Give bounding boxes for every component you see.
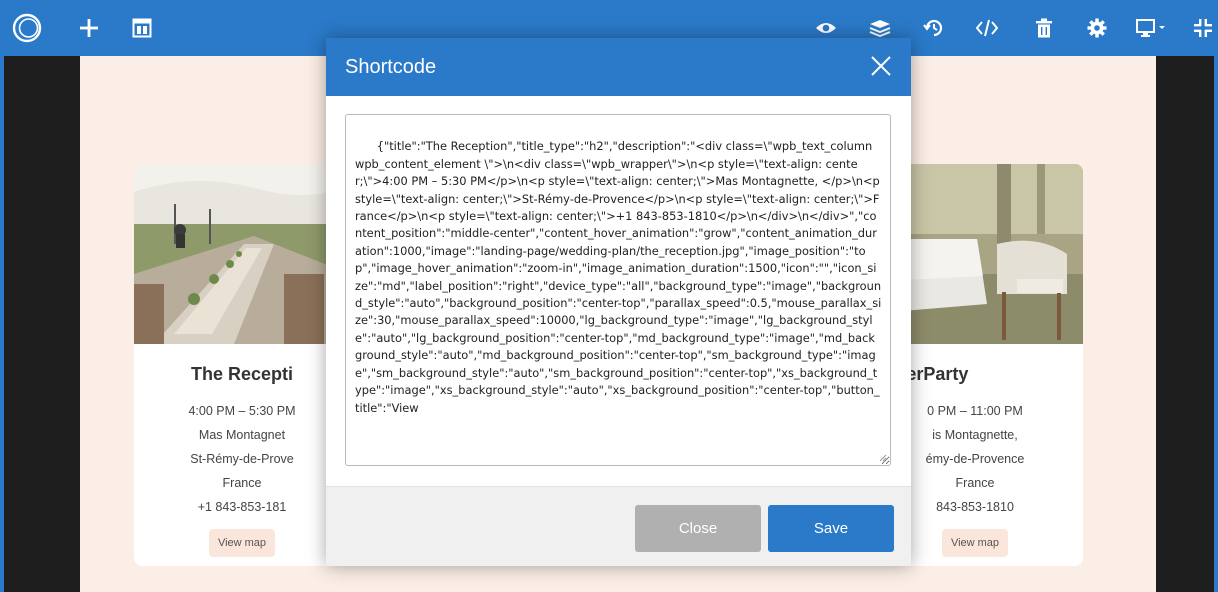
modal-header: Shortcode bbox=[326, 38, 911, 96]
modal-body: {"title":"The Reception","title_type":"h… bbox=[326, 96, 911, 486]
card-phone: +1 843-853-181 bbox=[197, 500, 287, 514]
modal-footer: Close Save bbox=[326, 486, 911, 566]
card-town: St-Rémy-de-Prove bbox=[190, 452, 294, 466]
add-icon[interactable] bbox=[72, 0, 106, 56]
shortcode-textarea[interactable]: {"title":"The Reception","title_type":"h… bbox=[345, 114, 891, 466]
close-icon[interactable] bbox=[869, 54, 893, 78]
canvas-right-margin bbox=[1156, 56, 1218, 592]
save-button[interactable]: Save bbox=[768, 505, 894, 552]
settings-gear-icon[interactable] bbox=[1083, 0, 1111, 56]
event-card-reception[interactable]: The Recepti 4:00 PM – 5:30 PM Mas Montag… bbox=[134, 164, 350, 566]
resize-grip-icon[interactable] bbox=[879, 454, 887, 462]
reception-photo bbox=[134, 164, 350, 344]
view-map-button[interactable]: View map bbox=[209, 529, 275, 557]
modal-title: Shortcode bbox=[345, 55, 437, 78]
card-time: 4:00 PM – 5:30 PM bbox=[188, 404, 296, 418]
canvas-left-margin bbox=[0, 56, 80, 592]
history-icon[interactable] bbox=[920, 0, 948, 56]
collapse-icon[interactable] bbox=[1188, 0, 1218, 56]
trash-icon[interactable] bbox=[1030, 0, 1058, 56]
card-title: The Recepti bbox=[190, 364, 294, 384]
card-country: France bbox=[222, 476, 262, 490]
card-details: 4:00 PM – 5:30 PM Mas Montagnet St-Rémy-… bbox=[134, 399, 350, 519]
shortcode-text: {"title":"The Reception","title_type":"h… bbox=[355, 139, 884, 415]
logo-icon[interactable] bbox=[8, 0, 46, 56]
card-venue: Mas Montagnet bbox=[198, 428, 286, 442]
shortcode-modal: Shortcode {"title":"The Reception","titl… bbox=[326, 38, 911, 566]
code-icon[interactable] bbox=[973, 0, 1001, 56]
responsive-display-icon[interactable] bbox=[1131, 0, 1171, 56]
view-map-button[interactable]: View map bbox=[942, 529, 1008, 557]
layout-icon[interactable] bbox=[125, 0, 159, 56]
close-button[interactable]: Close bbox=[635, 505, 761, 552]
